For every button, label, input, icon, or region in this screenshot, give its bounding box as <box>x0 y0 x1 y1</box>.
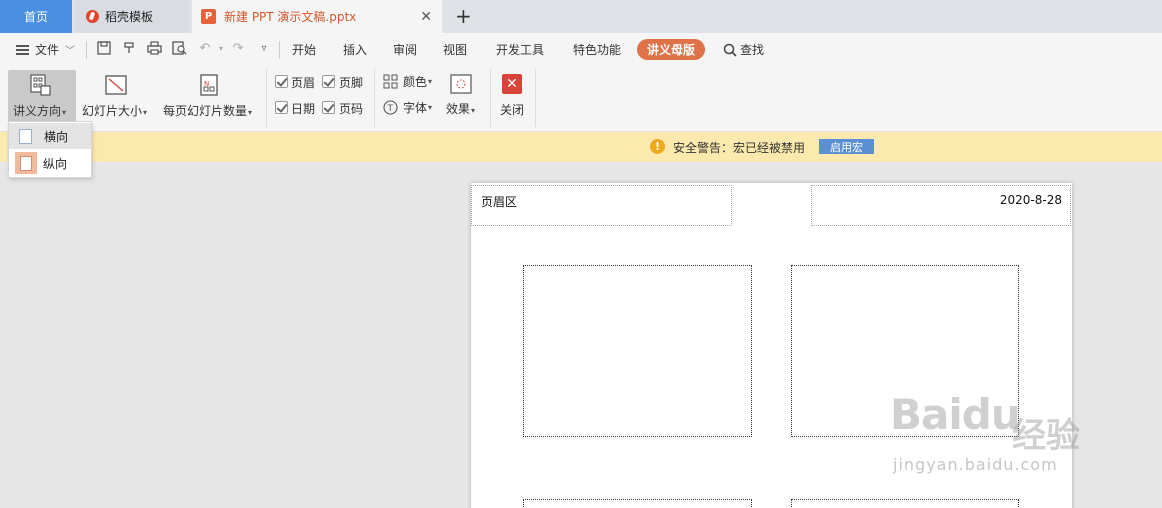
footer-checkbox[interactable] <box>322 75 335 88</box>
landscape-option[interactable]: 横向 <box>9 123 91 149</box>
close-master-icon: ✕ <box>502 74 522 94</box>
close-tab-icon[interactable]: ✕ <box>420 9 432 25</box>
watermark-url: jingyan.baidu.com <box>893 455 1058 474</box>
slide-placeholder[interactable] <box>523 265 752 437</box>
portrait-option[interactable]: 纵向 <box>9 150 91 176</box>
divider <box>266 69 267 127</box>
warning-icon: ! <box>650 139 665 154</box>
print-icon[interactable] <box>146 41 162 57</box>
format-painter-icon[interactable] <box>121 41 137 57</box>
print-preview-icon[interactable] <box>171 41 187 57</box>
tab-home[interactable]: 首页 <box>0 0 72 33</box>
menu-handout-master[interactable]: 讲义母版 <box>637 39 705 60</box>
close-master-button[interactable]: 关闭 <box>500 101 524 118</box>
slide-placeholder[interactable] <box>523 499 752 508</box>
file-menu[interactable]: 文件 ﹀ <box>16 41 75 58</box>
date-label: 日期 <box>291 102 316 116</box>
slide-size-button[interactable]: 幻灯片大小▾ <box>82 102 147 119</box>
page-number-label: 页码 <box>339 102 364 116</box>
date-checkbox[interactable] <box>275 101 288 114</box>
menu-bar: 文件 ﹀ ↶ ▾ ↷ ▿ 开始 插入 审阅 视图 开发工具 特色功能 查找 <box>0 33 1162 65</box>
customize-toolbar-icon[interactable]: ▿ <box>256 41 272 57</box>
header-text: 页眉区 <box>481 195 518 209</box>
divider <box>490 69 491 127</box>
tab-document[interactable]: P 新建 PPT 演示文稿.pptx ✕ <box>192 0 442 33</box>
color-scheme-icon <box>383 74 398 89</box>
date-placeholder[interactable]: 2020-8-28 <box>811 185 1071 226</box>
effects-icon <box>450 74 472 94</box>
tab-template[interactable]: 稻壳模板 <box>74 0 190 33</box>
effects-button[interactable]: 效果▾ <box>446 100 475 117</box>
undo-dropdown-icon[interactable]: ▾ <box>213 41 229 57</box>
header-placeholder[interactable]: 页眉区 <box>471 185 732 226</box>
chevron-down-icon: ﹀ <box>65 46 76 57</box>
slide-placeholder[interactable] <box>791 499 1019 508</box>
enable-macro-button[interactable]: 启用宏 <box>819 139 874 154</box>
slides-per-page-button[interactable]: 每页幻灯片数量▾ <box>163 102 252 119</box>
menu-view[interactable]: 视图 <box>443 41 467 58</box>
redo-icon[interactable]: ↷ <box>230 41 246 57</box>
divider <box>86 41 87 59</box>
security-message: 安全警告：宏已经被禁用 <box>673 141 806 155</box>
search-button[interactable]: 查找 <box>723 41 764 58</box>
color-button[interactable]: 颜色 ▾ <box>383 73 432 90</box>
page-number-checkbox[interactable] <box>322 101 335 114</box>
font-icon: T <box>383 100 398 115</box>
security-warning-bar <box>0 132 1162 162</box>
landscape-page-icon <box>19 128 32 144</box>
footer-label: 页脚 <box>339 76 364 90</box>
baidu-watermark-logo: Baidu <box>890 390 1021 439</box>
header-checkbox[interactable] <box>275 75 288 88</box>
orientation-dropdown: 横向 纵向 <box>8 121 92 178</box>
divider <box>535 69 536 127</box>
search-icon <box>723 43 737 57</box>
slide-size-icon <box>105 75 127 95</box>
menu-insert[interactable]: 插入 <box>343 41 367 58</box>
daoke-logo-icon <box>86 10 99 23</box>
date-text: 2020-8-28 <box>999 193 1062 207</box>
undo-icon[interactable]: ↶ <box>197 41 213 57</box>
hamburger-icon <box>16 44 29 55</box>
slides-per-page-icon: N <box>200 74 218 96</box>
portrait-page-icon <box>15 152 37 174</box>
divider <box>279 41 280 59</box>
divider <box>374 69 375 127</box>
save-icon[interactable] <box>96 41 112 57</box>
tab-bar: 首页 稻壳模板 P 新建 PPT 演示文稿.pptx ✕ + <box>0 0 1162 33</box>
new-tab-button[interactable]: + <box>455 4 472 28</box>
menu-features[interactable]: 特色功能 <box>573 41 621 58</box>
menu-review[interactable]: 审阅 <box>393 41 417 58</box>
orientation-label: 讲义方向▾ <box>13 104 67 118</box>
handout-orientation-icon <box>30 74 51 96</box>
watermark-jingyan: 经验 <box>1012 416 1080 456</box>
ribbon: 讲义方向▾ 幻灯片大小▾ N 每页幻灯片数量▾ 页眉 页脚 日期 页码 颜色 ▾ … <box>0 65 1162 132</box>
svg-text:T: T <box>387 104 394 114</box>
header-label: 页眉 <box>291 76 316 90</box>
menu-start[interactable]: 开始 <box>292 41 316 58</box>
font-button[interactable]: T 字体 ▾ <box>383 99 432 116</box>
menu-developer[interactable]: 开发工具 <box>496 41 544 58</box>
ppt-file-icon: P <box>201 9 216 24</box>
